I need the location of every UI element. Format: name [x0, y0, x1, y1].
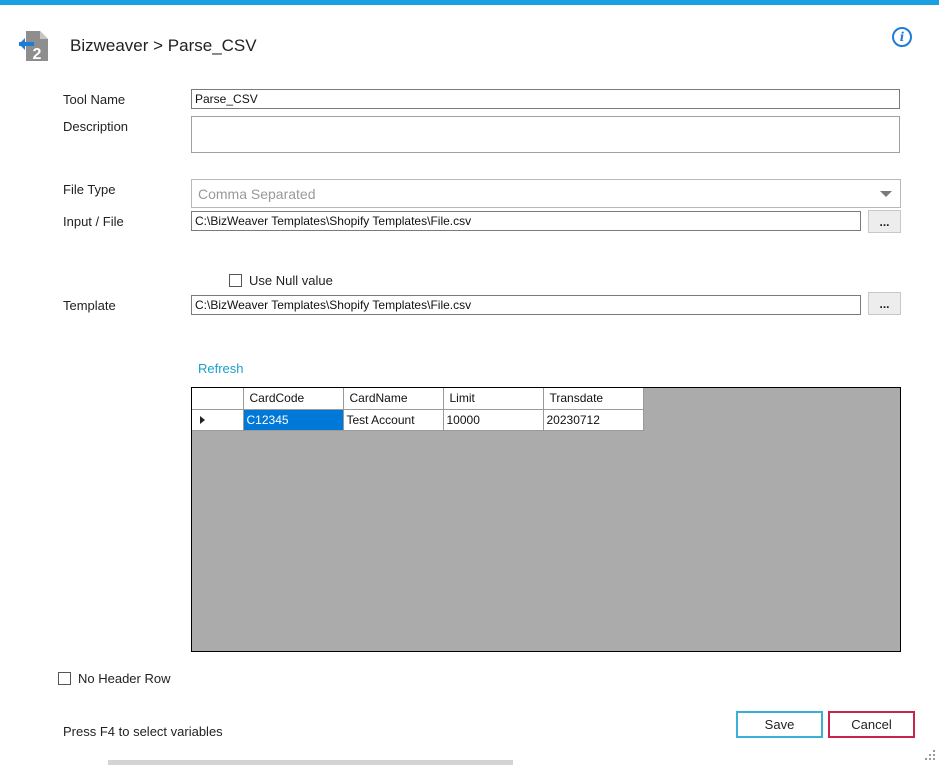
file-type-select[interactable]: Comma Separated — [191, 179, 901, 208]
table-cell[interactable]: 10000 — [443, 409, 544, 431]
template-label: Template — [63, 298, 116, 313]
input-file-field[interactable]: C:\BizWeaver Templates\Shopify Templates… — [191, 211, 861, 231]
file-type-value: Comma Separated — [198, 186, 316, 202]
no-header-checkbox[interactable] — [58, 672, 71, 685]
file-type-label: File Type — [63, 182, 116, 197]
input-file-label: Input / File — [63, 214, 124, 229]
no-header-label: No Header Row — [78, 671, 171, 686]
horizontal-scrollbar[interactable] — [108, 760, 513, 765]
row-header[interactable] — [192, 409, 244, 431]
dialog-header: 2 Bizweaver > Parse_CSV — [18, 28, 257, 64]
column-header[interactable]: Limit — [443, 388, 544, 410]
table-cell[interactable]: C12345 — [243, 409, 344, 431]
resize-grip-icon[interactable] — [924, 749, 936, 761]
template-browse-button[interactable]: ... — [868, 292, 901, 315]
table-cell[interactable]: Test Account — [343, 409, 444, 431]
table-row[interactable]: C12345 Test Account 10000 20230712 — [192, 409, 644, 431]
row-header-corner — [192, 388, 244, 410]
chevron-down-icon — [880, 191, 892, 197]
use-null-label: Use Null value — [249, 273, 333, 288]
column-header[interactable]: CardName — [343, 388, 444, 410]
use-null-checkbox-row[interactable]: Use Null value — [229, 273, 333, 288]
refresh-link[interactable]: Refresh — [198, 361, 244, 376]
current-row-arrow-icon — [200, 415, 205, 424]
export-step-icon: 2 — [18, 29, 52, 63]
dialog-title: Bizweaver > Parse_CSV — [70, 36, 257, 55]
column-header[interactable]: Transdate — [543, 388, 644, 410]
info-icon[interactable]: i — [892, 27, 912, 47]
preview-data-grid[interactable]: CardCode CardName Limit Transdate C12345… — [191, 387, 901, 652]
table-cell[interactable]: 20230712 — [543, 409, 644, 431]
tool-name-input[interactable]: Parse_CSV — [191, 89, 900, 109]
template-field[interactable]: C:\BizWeaver Templates\Shopify Templates… — [191, 295, 861, 315]
f4-hint-text: Press F4 to select variables — [63, 724, 223, 739]
grid-header-row: CardCode CardName Limit Transdate — [192, 388, 644, 410]
use-null-checkbox[interactable] — [229, 274, 242, 287]
input-file-browse-button[interactable]: ... — [868, 210, 901, 233]
cancel-button[interactable]: Cancel — [828, 711, 915, 738]
window-accent-bar — [0, 0, 939, 5]
preview-table: CardCode CardName Limit Transdate C12345… — [192, 388, 644, 431]
column-header[interactable]: CardCode — [243, 388, 344, 410]
description-label: Description — [63, 119, 129, 134]
svg-text:2: 2 — [33, 46, 42, 63]
description-textarea[interactable] — [191, 116, 900, 153]
info-icon-glyph: i — [899, 30, 905, 44]
no-header-checkbox-row[interactable]: No Header Row — [58, 671, 171, 686]
save-button[interactable]: Save — [736, 711, 823, 738]
tool-name-label: Tool Name — [63, 92, 126, 107]
